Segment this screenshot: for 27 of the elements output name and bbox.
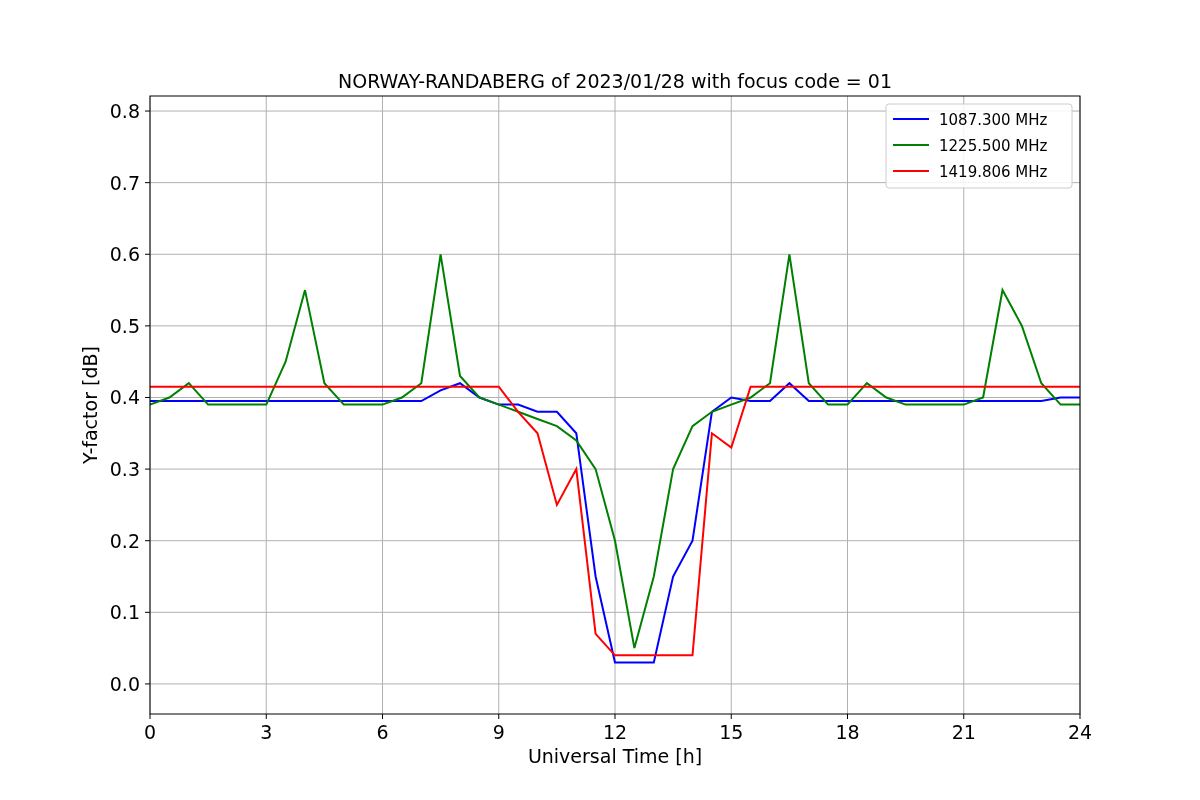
legend-label: 1419.806 MHz (939, 163, 1048, 181)
tick-label: 0.4 (109, 386, 140, 409)
legend-line-sample (892, 144, 930, 146)
tick-label: 0.1 (109, 601, 140, 624)
tick-label: 0 (143, 721, 157, 743)
tick-label: 3 (260, 721, 273, 743)
legend-line-sample (892, 118, 930, 120)
tick-label: 0.2 (109, 529, 140, 552)
tick-label: 12 (602, 721, 628, 743)
tick-label: 0.7 (109, 171, 140, 194)
tick-label: 0.3 (109, 458, 140, 481)
chart-title: NORWAY-RANDABERG of 2023/01/28 with focus code = 01 (338, 70, 892, 92)
axis-label: Y-factor [dB] (79, 346, 101, 464)
legend-label: 1087.300 MHz (939, 111, 1048, 129)
axis-label: Universal Time [h] (527, 745, 703, 767)
tick-label: 0.8 (109, 100, 140, 123)
tick-label: 0.0 (109, 672, 140, 695)
tick-label: 0.5 (109, 314, 140, 337)
tick-label: 18 (835, 721, 860, 743)
tick-label: 24 (1067, 721, 1093, 743)
legend-line-sample (892, 170, 930, 172)
tick-label: 6 (376, 721, 389, 743)
tick-label: 0.6 (109, 243, 140, 266)
tick-label: 9 (492, 721, 505, 743)
legend-label: 1225.500 MHz (939, 137, 1048, 155)
tick-label: 21 (951, 721, 976, 743)
tick-label: 15 (719, 721, 744, 743)
